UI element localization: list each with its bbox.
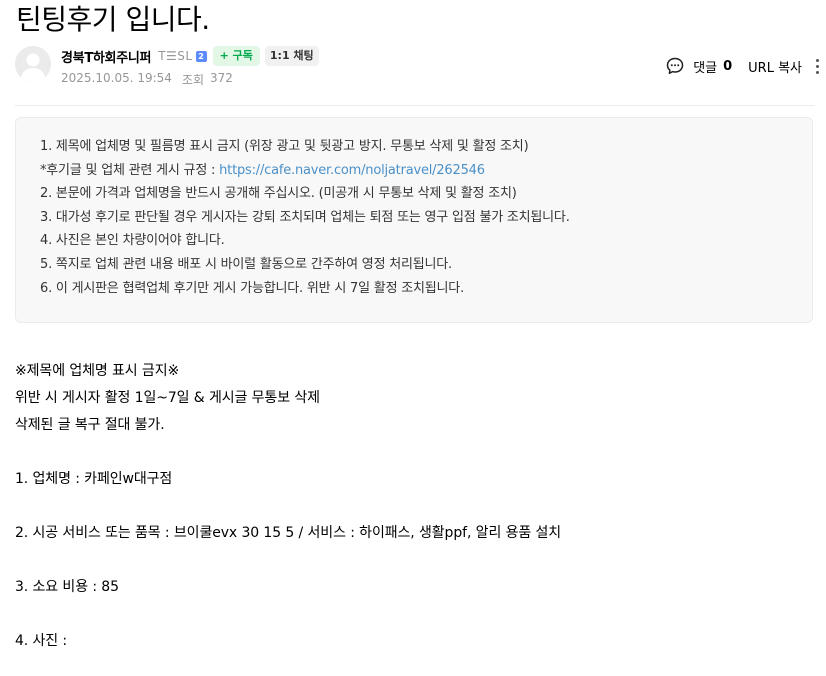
board-notice: 1. 제목에 업체명 및 필름명 표시 금지 (위장 광고 및 뒷광고 방지. … [15,117,813,323]
views-label: 조회 [181,73,205,87]
body-blank-line [15,493,561,520]
notice-rule-label: *후기글 및 업체 관련 게시 규정 : [40,162,220,178]
level-badge-icon: 2 [195,50,207,62]
notice-item: *후기글 및 업체 관련 게시 규정 : https://cafe.naver.… [40,159,812,183]
notice-item: 5. 쪽지로 업체 관련 내용 배포 시 바이럴 활동으로 간주하여 영정 처리… [40,256,452,272]
body-line: ※제목에 업체명 표시 금지※ [15,363,180,379]
comment-label: 댓글 [693,60,718,76]
body-line: 삭제된 글 복구 절대 불가. [15,417,165,433]
body-blank-line [15,547,561,574]
author-nickname[interactable]: 경북T하회주니퍼 [61,47,152,66]
notice-item: 2. 본문에 가격과 업체명을 반드시 공개해 주십시오. (미공개 시 무통보… [40,186,517,202]
notice-item: 3. 대가성 후기로 판단될 경우 게시자는 강퇴 조치되며 업체는 퇴점 또는… [40,209,570,225]
body-line: 위반 시 게시자 활정 1일~7일 & 게시글 무통보 삭제 [15,390,320,406]
notice-link[interactable]: https://cafe.naver.com/noljatravel/26254… [219,163,485,178]
subscribe-button[interactable]: + 구독 [212,46,260,66]
body-line: 3. 소요 비용 : 85 [15,579,119,595]
body-line: 2. 시공 서비스 또는 품목 : 브이쿨evx 30 15 5 / 서비스 :… [15,525,562,541]
article-title: 틴팅후기 입니다. [16,3,210,36]
body-line: 1. 업체명 : 카페인w대구점 [15,471,173,487]
default-profile-icon [15,46,51,82]
author-level: T☰SL [158,49,193,63]
body-blank-line [15,601,561,628]
article-meta: 2025.10.05. 19:54 조회 372 [61,71,233,88]
chat-button[interactable]: 1:1 채팅 [264,46,319,66]
body-line: 4. 사진 : [15,633,68,649]
comment-button[interactable]: 댓글 0 [666,57,732,76]
views-count: 372 [210,71,233,85]
comment-count: 0 [723,58,733,74]
url-copy-button[interactable]: URL 복사 [748,57,802,76]
body-blank-line [15,439,561,466]
notice-item: 6. 이 게시판은 협력업체 후기만 게시 가능합니다. 위반 시 7일 활정 … [40,280,464,296]
notice-item: 1. 제목에 업체명 및 필름명 표시 금지 (위장 광고 및 뒷광고 방지. … [40,139,529,154]
author-avatar[interactable] [15,46,51,82]
article-body: ※제목에 업체명 표시 금지※ 위반 시 게시자 활정 1일~7일 & 게시글 … [15,358,561,655]
article-tools: 댓글 0 URL 복사 [666,55,820,77]
post-date: 2025.10.05. 19:54 [61,71,172,85]
author-info: 경북T하회주니퍼 T☰SL 2 + 구독 1:1 채팅 [61,46,319,66]
more-options-icon[interactable] [814,56,820,76]
comment-icon [666,57,684,75]
notice-item: 4. 사진은 본인 차량이어야 합니다. [40,233,225,249]
header-divider [15,105,815,106]
